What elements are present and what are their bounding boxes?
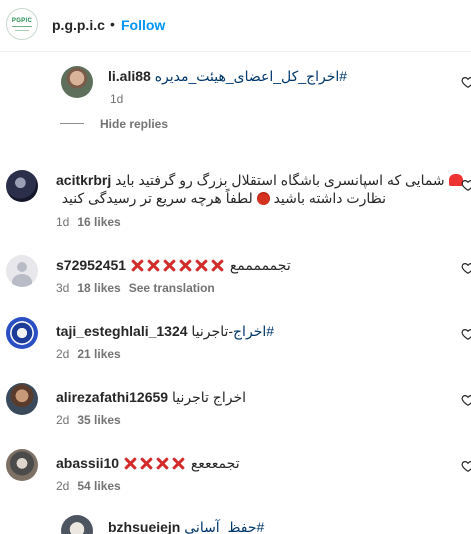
hide-replies-line (60, 123, 84, 124)
comment-body: شمایی که اسپانسری باشگاه استقلال بزرگ رو… (115, 172, 445, 188)
hashtag-link[interactable]: #اخراج_کل_اعضای_هیئت_مدیره (155, 68, 347, 84)
comment-body: تجمعععع (190, 455, 240, 471)
likes-count[interactable]: 35 likes (77, 413, 120, 427)
avatar-placeholder-head (17, 262, 27, 272)
cross-mark-emoji (162, 258, 176, 272)
post-header: PGPIC p.g.p.i.c • Follow (0, 0, 471, 52)
avatar[interactable] (6, 383, 38, 415)
comment-meta: 2d 21 likes (56, 347, 121, 361)
follow-button[interactable]: Follow (121, 17, 165, 33)
heart-icon[interactable] (461, 261, 471, 275)
cross-mark-emoji (123, 456, 137, 470)
comment-username[interactable]: abassii10 (56, 455, 119, 471)
comment-text: abassii10 تجمعععع (56, 454, 240, 472)
heart-icon[interactable] (461, 178, 471, 192)
comment-meta: 1d (110, 92, 123, 106)
comment-text: taji_esteghlali_1324 -تاجرنیا#اخراج (56, 322, 274, 340)
see-translation-link[interactable]: See translation (129, 281, 215, 295)
cross-mark-emoji (155, 456, 169, 470)
heart-icon[interactable] (461, 75, 471, 89)
avatar[interactable] (61, 66, 93, 98)
comment-text: bzhsueiejn #حفظ_آسانی (108, 518, 264, 534)
comment-text-line2: نظارت داشته باشید لطفاً هرچه سریع تر رسی… (56, 189, 386, 207)
comment-body: نظارت داشته باشید (273, 190, 386, 206)
avatar[interactable] (6, 449, 38, 481)
comment-text: acitkrbrj شمایی که اسپانسری باشگاه استقل… (56, 171, 463, 189)
comment-time[interactable]: 1d (56, 215, 69, 229)
avatar-placeholder-body (12, 274, 32, 287)
cross-mark-emoji (139, 456, 153, 470)
comment-username[interactable]: li.ali88 (108, 68, 151, 84)
comment-meta: 3d 18 likes See translation (56, 281, 215, 295)
comment-time[interactable]: 1d (110, 92, 123, 106)
hashtag-link[interactable]: #حفظ_آسانی (184, 519, 264, 534)
avatar[interactable] (61, 515, 93, 534)
likes-count[interactable]: 16 likes (77, 215, 120, 229)
comment-time[interactable]: 2d (56, 479, 69, 493)
comment-text: alirezafathi12659 اخراج تاجرنیا (56, 388, 246, 406)
cross-mark-emoji (178, 258, 192, 272)
comment-meta: 1d 16 likes (56, 215, 121, 229)
comment-body: -تاجرنیا (191, 323, 234, 339)
avatar[interactable] (6, 170, 38, 202)
heart-icon[interactable] (461, 459, 471, 473)
heart-icon[interactable] (461, 327, 471, 341)
comment-username[interactable]: acitkrbrj (56, 172, 111, 188)
comment-username[interactable]: alirezafathi12659 (56, 389, 168, 405)
cross-mark-emoji (130, 258, 144, 272)
comment-meta: 2d 35 likes (56, 413, 121, 427)
likes-count[interactable]: 18 likes (77, 281, 120, 295)
account-logo[interactable]: PGPIC (6, 8, 38, 40)
logo-text: PGPIC (11, 18, 33, 24)
likes-count[interactable]: 21 likes (77, 347, 120, 361)
comment-body: لطفاً هرچه سریع تر رسیدگی کنید (61, 190, 253, 206)
comment-meta: 2d 54 likes (56, 479, 121, 493)
comment-time[interactable]: 2d (56, 347, 69, 361)
angry-face-emoji (256, 192, 270, 205)
logo-line (15, 30, 29, 33)
avatar[interactable] (6, 255, 38, 287)
comment-username[interactable]: bzhsueiejn (108, 519, 180, 534)
hide-replies-button[interactable]: Hide replies (100, 117, 168, 131)
header-separator: • (110, 16, 115, 32)
comment-username[interactable]: s72952451 (56, 257, 126, 273)
comment-username[interactable]: taji_esteghlali_1324 (56, 323, 188, 339)
heart-icon[interactable] (461, 393, 471, 407)
comment-time[interactable]: 2d (56, 413, 69, 427)
comment-time[interactable]: 3d (56, 281, 69, 295)
header-username[interactable]: p.g.p.i.c (52, 17, 105, 33)
comment-body: تجمممممع (229, 257, 291, 273)
comment-text: s72952451 تجمممممع (56, 256, 291, 274)
cross-mark-emoji (210, 258, 224, 272)
cross-mark-emoji (171, 456, 185, 470)
hashtag-link[interactable]: #اخراج (233, 323, 274, 339)
cross-mark-emoji (194, 258, 208, 272)
likes-count[interactable]: 54 likes (77, 479, 120, 493)
comment-body: اخراج تاجرنیا (171, 389, 246, 405)
avatar[interactable] (6, 317, 38, 349)
cross-mark-emoji (146, 258, 160, 272)
comment-text: li.ali88 #اخراج_کل_اعضای_هیئت_مدیره (108, 67, 347, 85)
